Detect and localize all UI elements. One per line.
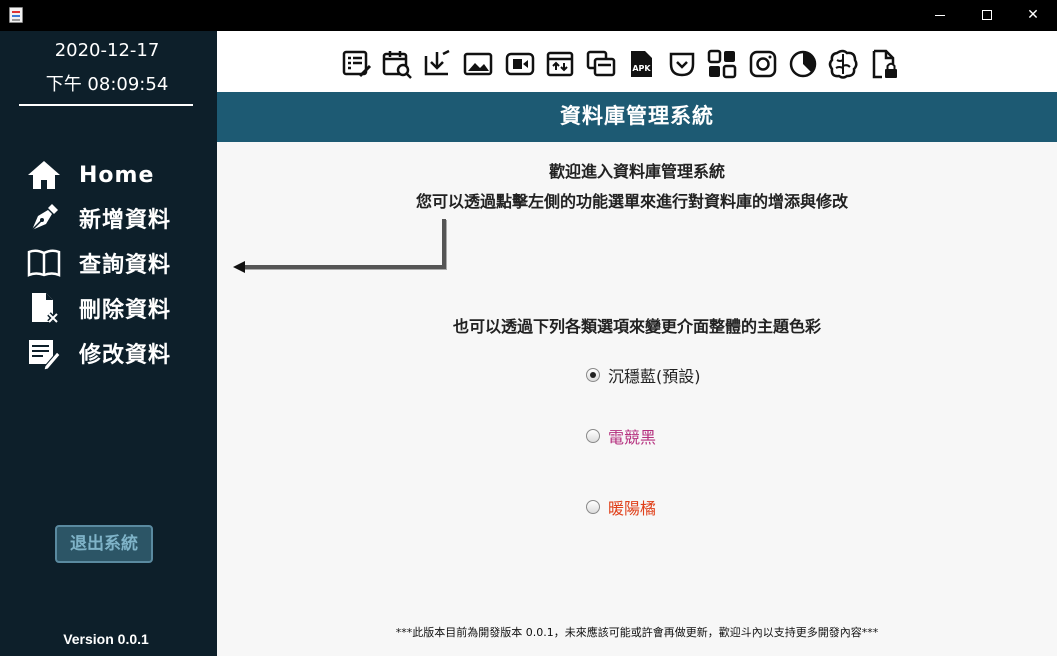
pie-chart-icon[interactable] — [787, 48, 819, 80]
icon-toolbar: APK — [217, 31, 1057, 92]
minimize-icon — [935, 14, 945, 16]
sidebar-divider — [19, 104, 193, 106]
sidebar-item-label: 修改資料 — [79, 343, 172, 368]
sidebar-item-add[interactable]: 新增資料 — [26, 198, 206, 238]
pen-nib-icon — [26, 200, 62, 236]
edit-list-icon — [26, 335, 62, 371]
calendar-upload-icon[interactable] — [544, 48, 576, 80]
sidebar-item-delete[interactable]: 刪除資料 — [26, 288, 206, 328]
theme-radio-blue[interactable]: 沉穩藍(預設) — [586, 364, 701, 386]
theme-label-orange: 暖陽橘 — [608, 499, 657, 518]
brain-icon[interactable] — [827, 48, 859, 80]
sidebar-item-search[interactable]: 查詢資料 — [26, 243, 206, 283]
home-icon — [26, 157, 62, 193]
theme-label-black: 電競黑 — [608, 428, 657, 447]
download-check-icon[interactable] — [421, 48, 453, 80]
theme-radio-black[interactable]: 電競黑 — [586, 425, 656, 447]
main-panel: APK 資料庫管理系統 歡迎進入資料庫管理系統 您可以透過點擊左側的功能選單來進… — [217, 31, 1057, 656]
welcome-heading: 歡迎進入資料庫管理系統 — [548, 162, 725, 181]
video-icon[interactable] — [504, 48, 536, 80]
apk-text: APK — [632, 64, 651, 73]
apps-grid-icon[interactable] — [706, 48, 738, 80]
footer-note: ***此版本目前為開發版本 0.0.1，未來應該可能或許會再做更新，歡迎斗內以支… — [395, 626, 879, 639]
copy-icon[interactable] — [585, 48, 617, 80]
welcome-instruction: 您可以透過點擊左側的功能選單來進行對資料庫的增添與修改 — [415, 192, 848, 211]
sidebar-item-edit[interactable]: 修改資料 — [26, 333, 206, 373]
radio-button[interactable] — [586, 500, 600, 514]
list-edit-icon[interactable] — [341, 48, 373, 80]
instagram-icon[interactable] — [747, 48, 779, 80]
maximize-button[interactable] — [964, 0, 1010, 31]
sidebar-item-label: Home — [79, 162, 155, 188]
window-titlebar: ✕ — [0, 0, 1057, 31]
calendar-search-icon[interactable] — [381, 48, 413, 80]
minimize-button[interactable] — [917, 0, 963, 31]
theme-radio-orange[interactable]: 暖陽橘 — [586, 496, 656, 518]
theme-prompt: 也可以透過下列各類選項來變更介面整體的主題色彩 — [452, 317, 821, 336]
apk-file-icon[interactable]: APK — [625, 48, 657, 80]
close-button[interactable]: ✕ — [1010, 0, 1056, 31]
radio-button-selected[interactable] — [586, 368, 600, 382]
sidebar: 2020-12-17 下午 08:09:54 Home 新增資料 查詢資料 刪除… — [0, 31, 217, 656]
delete-file-icon — [26, 290, 62, 326]
page-title: 資料庫管理系統 — [217, 92, 1057, 142]
java-app-icon — [9, 7, 23, 23]
sidebar-date: 2020-12-17 — [54, 40, 160, 61]
sidebar-item-home[interactable]: Home — [26, 155, 206, 195]
open-book-icon — [26, 245, 62, 281]
theme-label-blue: 沉穩藍(預設) — [608, 367, 701, 386]
file-lock-icon[interactable] — [868, 48, 900, 80]
radio-button[interactable] — [586, 429, 600, 443]
sidebar-time: 下午 08:09:54 — [45, 74, 169, 95]
sidebar-item-label: 查詢資料 — [79, 253, 172, 278]
version-label: Version 0.0.1 — [63, 631, 149, 647]
sidebar-item-label: 刪除資料 — [79, 298, 172, 323]
exit-system-button[interactable]: 退出系統 — [55, 525, 153, 563]
sidebar-item-label: 新增資料 — [79, 208, 172, 233]
image-icon[interactable] — [462, 48, 494, 80]
pocket-icon[interactable] — [666, 48, 698, 80]
maximize-icon — [982, 10, 992, 20]
left-arrow-graphic — [233, 219, 446, 273]
